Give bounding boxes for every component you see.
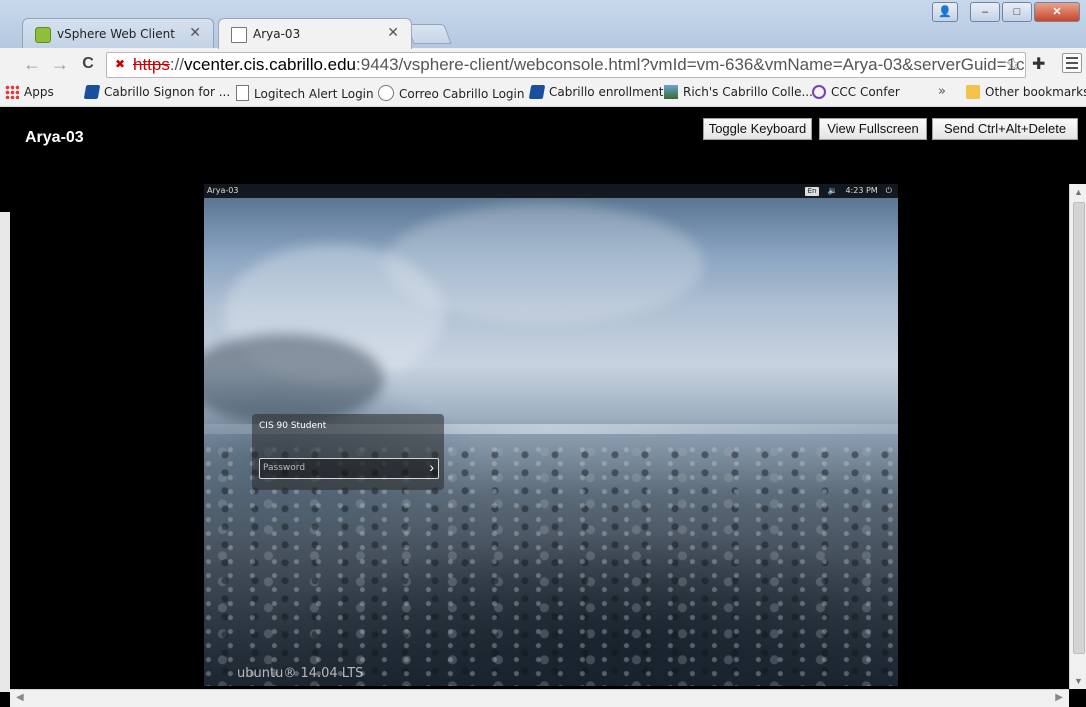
scroll-up-arrow-icon[interactable]: ▲ [1074, 187, 1083, 197]
scroll-down-arrow-icon[interactable]: ▼ [1074, 676, 1083, 686]
ubuntu-logo: ubuntu® 14.04 LTS [237, 666, 364, 681]
folder-icon [966, 85, 980, 99]
view-fullscreen-button[interactable]: View Fullscreen [819, 118, 927, 140]
bookmarks-overflow-chevron[interactable]: » [938, 84, 946, 99]
scrollbar-thumb[interactable] [1073, 202, 1085, 654]
bookmark-apps[interactable]: Apps [5, 85, 54, 99]
url-scheme: https [133, 55, 170, 74]
send-ctrl-alt-delete-button[interactable]: Send Ctrl+Alt+Delete [932, 118, 1078, 140]
browser-titlebar: vSphere Web Client ✕ Arya-03 ✕ 👤 – □ ✕ [0, 0, 1086, 49]
back-arrow-icon[interactable]: ← [22, 54, 42, 74]
toggle-keyboard-button[interactable]: Toggle Keyboard [703, 118, 812, 140]
chrome-menu-icon[interactable] [1062, 53, 1082, 73]
cabrillo-icon [83, 85, 101, 99]
volume-icon[interactable]: 🔉 [827, 184, 837, 198]
password-input[interactable] [263, 461, 413, 475]
page-icon [236, 85, 249, 101]
bookmark-ccc-confer[interactable]: CCC Confer [812, 85, 900, 99]
maximize-button[interactable]: □ [1002, 2, 1032, 22]
other-bookmarks-label: Other bookmarks [985, 85, 1086, 99]
keyboard-layout-indicator[interactable]: En [804, 186, 820, 196]
login-box: CIS 90 Student › [252, 414, 444, 490]
url-host: vcenter.cis.cabrillo.edu [184, 55, 357, 74]
password-field-frame[interactable]: › [259, 458, 439, 479]
cloud-shape [384, 204, 704, 324]
login-username[interactable]: CIS 90 Student [259, 421, 326, 431]
ccc-icon [812, 85, 826, 99]
window-left-edge [0, 212, 10, 692]
bookmark-label: Rich's Cabrillo Colle... [683, 85, 813, 99]
url-path: :9443/vsphere-client/webconsole.html?vmI… [356, 55, 1025, 74]
correo-icon [378, 85, 394, 101]
minimize-button[interactable]: – [970, 2, 1000, 22]
page-icon [231, 27, 247, 43]
bookmark-label: CCC Confer [831, 85, 900, 99]
vm-title: Arya-03 [25, 129, 84, 146]
chevron-right-icon[interactable]: › [429, 459, 434, 476]
vsphere-icon [35, 27, 51, 43]
new-tab-button[interactable] [406, 24, 452, 44]
bookmark-richs-cabrillo[interactable]: Rich's Cabrillo Colle... [664, 85, 813, 99]
vertical-scrollbar[interactable]: ▲ ▼ [1069, 184, 1086, 689]
ubuntu-top-panel: Arya-03 En 🔉 4:23 PM ⏻ [204, 184, 898, 198]
bookmark-label: Logitech Alert Login [254, 87, 374, 101]
scroll-left-arrow-icon[interactable]: ◀ [16, 692, 24, 703]
tab-arya-03[interactable]: Arya-03 ✕ [218, 18, 412, 49]
address-bar[interactable]: ✖ https://vcenter.cis.cabrillo.edu:9443/… [106, 52, 1026, 78]
vm-panel-hostname: Arya-03 [207, 186, 239, 195]
bookmark-logitech-alert[interactable]: Logitech Alert Login [236, 85, 374, 101]
bookmark-cabrillo-enrollment[interactable]: Cabrillo enrollment [528, 85, 664, 99]
url-separator: :// [169, 55, 185, 74]
bookmark-cabrillo-signon[interactable]: Cabrillo Signon for ... [83, 85, 231, 99]
panel-clock[interactable]: 4:23 PM [845, 184, 877, 198]
tab-label: vSphere Web Client [57, 27, 175, 41]
cabrillo-icon [528, 85, 546, 99]
forward-arrow-icon[interactable]: → [50, 54, 70, 74]
scroll-right-arrow-icon[interactable]: ▶ [1055, 692, 1063, 703]
close-window-button[interactable]: ✕ [1034, 2, 1080, 22]
apps-grid-icon [5, 85, 19, 99]
tab-label: Arya-03 [253, 27, 301, 41]
bookmark-label: Correo Cabrillo Login [399, 87, 525, 101]
bookmark-label: Apps [24, 85, 54, 99]
tab-vsphere-web-client[interactable]: vSphere Web Client ✕ [22, 18, 214, 49]
power-icon[interactable]: ⏻ [886, 184, 892, 198]
insecure-lock-icon[interactable]: ✖ [115, 57, 129, 71]
close-icon[interactable]: ✕ [387, 25, 399, 41]
close-icon[interactable]: ✕ [189, 25, 201, 41]
user-icon[interactable]: 👤 [932, 2, 958, 22]
extension-puzzle-icon[interactable]: ✚ [1032, 54, 1045, 74]
photo-icon [664, 85, 678, 99]
browser-toolbar: ← → C ✖ https://vcenter.cis.cabrillo.edu… [0, 48, 1086, 81]
bookmark-star-icon[interactable]: ☆ [1005, 54, 1021, 75]
other-bookmarks[interactable]: Other bookmarks [966, 85, 1086, 99]
cloud-shape [204, 334, 384, 424]
bookmark-label: Cabrillo Signon for ... [104, 85, 231, 99]
bookmark-label: Cabrillo enrollment [549, 85, 664, 99]
window-controls: 👤 – □ ✕ [932, 2, 1080, 24]
vm-screen[interactable]: Arya-03 En 🔉 4:23 PM ⏻ CIS 90 Student › … [204, 184, 898, 686]
reload-icon[interactable]: C [78, 54, 98, 74]
bookmarks-bar: Apps Cabrillo Signon for ... Logitech Al… [0, 80, 1086, 107]
horizontal-scrollbar[interactable]: ◀ ▶ [10, 689, 1069, 707]
bookmark-correo-cabrillo[interactable]: Correo Cabrillo Login [378, 85, 524, 101]
url-text[interactable]: https://vcenter.cis.cabrillo.edu:9443/vs… [133, 55, 1025, 75]
web-console: Arya-03 Toggle Keyboard View Fullscreen … [0, 107, 1086, 707]
